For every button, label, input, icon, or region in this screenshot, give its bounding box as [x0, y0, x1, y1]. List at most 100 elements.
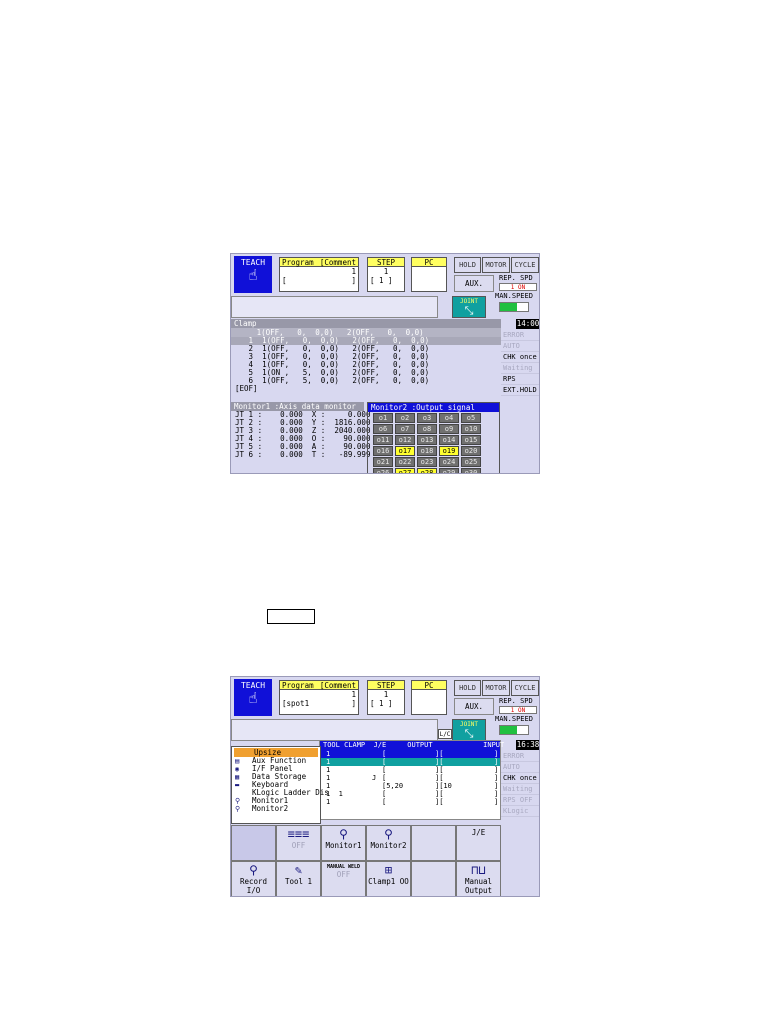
function-key-label: Monitor1: [325, 841, 362, 850]
table-cell: ]: [494, 782, 499, 790]
function-key-row2-3[interactable]: MANUAL WELD OFF: [321, 861, 366, 896]
function-key-row1-6[interactable]: J/E: [456, 825, 501, 861]
status-waiting: Waiting: [501, 784, 539, 795]
function-key-row2-4[interactable]: ⊞ Clamp1 OO: [366, 861, 411, 896]
motor-button[interactable]: MOTOR: [482, 680, 510, 696]
function-key-label: Manual Output: [464, 877, 493, 895]
axis-row: JT 6 : 0.000 T : -89.999: [235, 450, 371, 459]
pc-box[interactable]: PC: [411, 680, 447, 715]
output-signal-o6: o6: [373, 424, 393, 434]
function-key-row1-4[interactable]: ⚲ Monitor2: [366, 825, 411, 861]
monitor2-icon: ⚲: [235, 805, 241, 813]
function-key-row1-1[interactable]: [231, 825, 276, 861]
table-row[interactable]: 1 [][]: [320, 750, 500, 758]
data-storage-icon: ▦: [235, 773, 240, 781]
step-box[interactable]: STEP 1 [ 1 ]: [367, 257, 405, 292]
program-number: 1: [351, 690, 356, 699]
table-cell: ]: [494, 758, 499, 766]
table-cell: 1: [326, 766, 331, 774]
table-cell: ]: [494, 798, 499, 806]
output-signal-o5: o5: [461, 413, 481, 423]
table-row[interactable]: 1 J [][]: [320, 774, 500, 782]
table-row[interactable]: 1 1[][]: [320, 790, 500, 798]
output-signal-o11: o11: [373, 435, 393, 445]
output-signal-o29: o29: [439, 468, 459, 473]
man-speed-bar[interactable]: [499, 725, 529, 735]
program-box[interactable]: Program [Comment 1 []: [279, 257, 359, 292]
hold-button[interactable]: HOLD: [454, 680, 481, 696]
output-signal-o4: o4: [439, 413, 459, 423]
comment-header: [Comment: [319, 258, 356, 267]
output-signal-o17: o17: [395, 446, 415, 456]
table-row[interactable]: 1 [][]: [320, 758, 500, 766]
table-cell: ][: [435, 774, 444, 782]
output-signal-o10: o10: [461, 424, 481, 434]
hold-button[interactable]: HOLD: [454, 257, 481, 273]
program-header: Program: [282, 681, 314, 690]
status-waiting: Waiting: [501, 363, 539, 374]
table-cell: [: [382, 798, 387, 806]
output-signal-o9: o9: [439, 424, 459, 434]
pc-box[interactable]: PC: [411, 257, 447, 292]
comment-header: [Comment: [319, 681, 356, 690]
teach-mode-indicator[interactable]: TEACH ☝: [234, 679, 272, 716]
monitor1-icon: ⚲: [235, 797, 241, 805]
status-ext-hold: EXT.HOLD: [501, 385, 539, 396]
aux-popup-menu: Upsize ▤ Aux Function ◉ I/F Panel ▦ Data Stor…: [231, 746, 329, 824]
output-signal-o27: o27: [395, 468, 415, 473]
io-table-header: TOOL CLAMP J/E OUTPUT INPUT: [320, 741, 504, 750]
output-signal-o13: o13: [417, 435, 437, 445]
cycle-button[interactable]: CYCLE: [511, 257, 539, 273]
function-key-row2-5[interactable]: [411, 861, 456, 896]
output-signal-o16: o16: [373, 446, 393, 456]
program-name-close: ]: [351, 276, 356, 285]
function-key-row1-2[interactable]: ≡≡≡ OFF: [276, 825, 321, 861]
status-error: ERROR: [501, 751, 539, 762]
table-row[interactable]: 1 [][]: [320, 798, 500, 806]
status-klogic: KLogic: [501, 806, 539, 817]
man-speed-label: MAN.SPEED: [495, 292, 533, 300]
step-box[interactable]: STEP 1 [ 1 ]: [367, 680, 405, 715]
rep-speed-value[interactable]: 1 ON: [499, 706, 537, 714]
output-signal-o21: o21: [373, 457, 393, 467]
function-key-label: OFF: [336, 870, 351, 879]
table-row[interactable]: 1 [5,20][10]: [320, 782, 500, 790]
popup-item-monitor2[interactable]: ⚲ Monitor2: [232, 804, 320, 814]
popup-item-label: Monitor2: [252, 804, 289, 813]
function-key-row1-3[interactable]: ⚲ Monitor1: [321, 825, 366, 861]
table-row[interactable]: 1 [][]: [320, 766, 500, 774]
program-name-close: ]: [351, 699, 356, 708]
function-key-row1-5[interactable]: [411, 825, 456, 861]
table-cell: 1: [326, 798, 331, 806]
output-signal-o7: o7: [395, 424, 415, 434]
aux-button[interactable]: AUX.: [454, 698, 494, 715]
if-panel-icon: ◉: [235, 765, 240, 773]
clamp-row[interactable]: 6 1(OFF, 5, 0,0) 2(OFF, 0, 0,0): [231, 377, 501, 385]
motor-button[interactable]: MOTOR: [482, 257, 510, 273]
table-cell: ][10: [435, 782, 452, 790]
step-header: STEP: [376, 681, 396, 690]
function-key-icon: ⚲: [339, 827, 348, 841]
program-box[interactable]: Program [Comment 1 [spot1]: [279, 680, 359, 715]
function-key-row2-6[interactable]: ⊓⊔ Manual Output: [456, 861, 501, 896]
aux-button[interactable]: AUX.: [454, 275, 494, 292]
joint-button[interactable]: JOINT ⤡: [452, 296, 486, 318]
table-cell: ]: [494, 766, 499, 774]
teach-mode-indicator[interactable]: TEACH ☝: [234, 256, 272, 293]
program-name-open: [: [282, 276, 287, 285]
function-key-row2-2[interactable]: ✎ Tool 1: [276, 861, 321, 896]
rep-speed-value[interactable]: 1 ON: [499, 283, 537, 291]
cycle-button[interactable]: CYCLE: [511, 680, 539, 696]
message-field: [231, 296, 438, 318]
function-key-label: J/E: [471, 828, 486, 837]
output-signal-o3: o3: [417, 413, 437, 423]
step-number: 1: [383, 267, 389, 276]
key-label-box: [267, 609, 315, 624]
status-chk-once: CHK once: [501, 773, 539, 784]
man-speed-bar[interactable]: [499, 302, 529, 312]
table-cell: 1: [326, 774, 331, 782]
output-signal-o1: o1: [373, 413, 393, 423]
joint-button[interactable]: JOINT ⤡: [452, 719, 486, 741]
function-key-row2-1[interactable]: ⚲Record I/O Monitor: [231, 861, 276, 896]
table-cell: ]: [494, 774, 499, 782]
